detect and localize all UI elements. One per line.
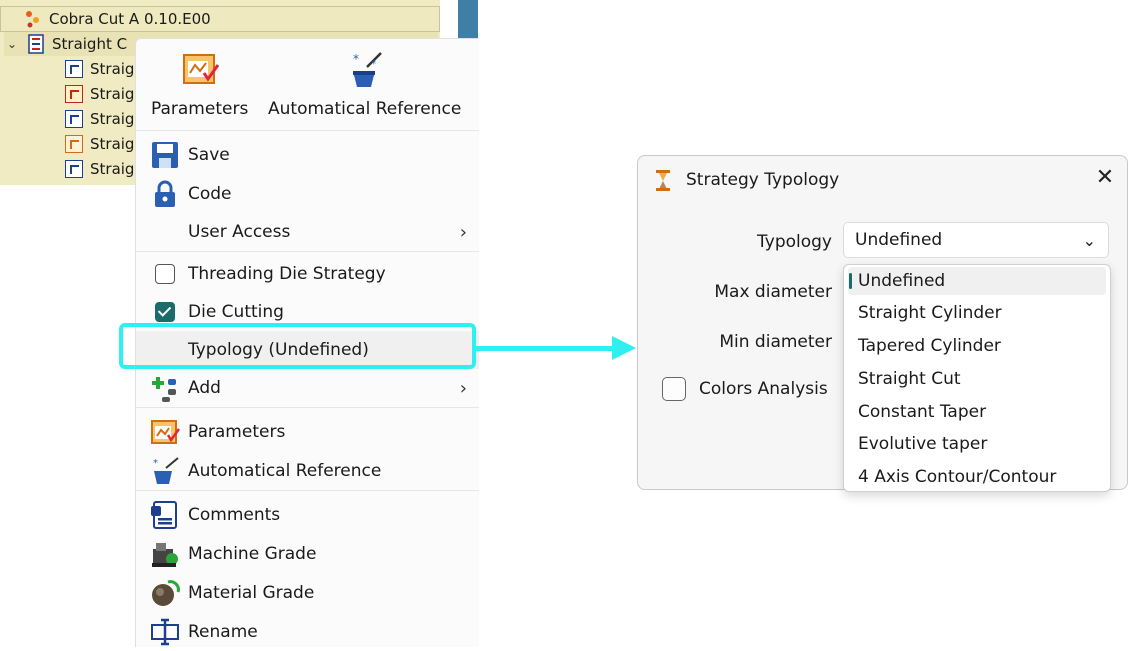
colors-analysis-label: Colors Analysis [699, 379, 828, 399]
menu-item-comments-label: Comments [188, 505, 281, 525]
menu-item-add-label: Add [188, 378, 221, 398]
menu-item-code[interactable]: Code [136, 175, 479, 213]
save-icon [148, 138, 182, 172]
menu-item-rename-label: Rename [188, 622, 258, 642]
tree-leaf[interactable]: Straig [64, 157, 134, 181]
menu-item-material-grade-label: Material Grade [188, 583, 315, 603]
tree-leaf-label: Straig [90, 160, 135, 178]
colors-analysis-checkbox[interactable] [662, 377, 686, 401]
tree-leaf[interactable]: Straig [64, 57, 134, 81]
typology-highlight-callout [119, 323, 476, 369]
menu-item-parameters-label: Parameters [188, 422, 286, 442]
typology-dropdown-list: Undefined Straight Cylinder Tapered Cyli… [843, 264, 1111, 492]
threading-checkbox[interactable] [155, 264, 175, 284]
typology-option[interactable]: Constant Taper [848, 398, 1106, 426]
menu-item-user-access[interactable]: User Access › [136, 213, 479, 251]
svg-text:*: * [371, 59, 376, 70]
tree-leaf[interactable]: Straig [64, 82, 134, 106]
typology-option[interactable]: Tapered Cylinder [848, 332, 1106, 360]
callout-arrow-head [612, 336, 636, 360]
typology-select-value: Undefined [855, 230, 943, 250]
close-icon[interactable]: ✕ [1093, 166, 1117, 190]
typology-option[interactable]: Straight Cylinder [848, 299, 1106, 327]
min-diameter-label: Min diameter [719, 332, 832, 352]
menu-item-machine-grade-label: Machine Grade [188, 544, 317, 564]
tree-leaf-label: Straig [90, 110, 135, 128]
strategy-node-icon [26, 34, 46, 54]
menu-item-die-cutting-label: Die Cutting [188, 302, 284, 322]
menu-item-save[interactable]: Save [136, 136, 479, 174]
svg-text:*: * [353, 52, 359, 66]
automatical-reference-top-button[interactable]: * * Automatical Reference [268, 49, 461, 119]
parameters-icon [180, 49, 220, 89]
menu-item-code-label: Code [188, 184, 232, 204]
lock-icon [148, 177, 182, 211]
typology-option[interactable]: Straight Cut [848, 365, 1106, 393]
menu-item-automatical-reference[interactable]: * Automatical Reference [136, 452, 479, 490]
chevron-right-icon: › [459, 221, 467, 243]
menu-item-parameters[interactable]: Parameters [136, 413, 479, 451]
menu-separator [136, 490, 479, 491]
tree-leaf-label: Straig [90, 85, 135, 103]
typology-option[interactable]: 4 Axis Contour/Contour [848, 463, 1106, 491]
parameters-top-label: Parameters [151, 99, 249, 119]
die-cutting-checkbox[interactable] [155, 302, 175, 322]
chevron-right-icon: › [459, 377, 467, 399]
tree-leaf-label: Straig [90, 135, 135, 153]
typology-option[interactable]: Undefined [848, 267, 1106, 295]
tree-leaf[interactable]: Straig [64, 107, 134, 131]
typology-option[interactable]: Evolutive taper [848, 430, 1106, 458]
leaf-orange-icon [65, 135, 83, 153]
cobra-cut-icon [23, 9, 43, 29]
tree-node-label: Straight C [52, 35, 128, 53]
menu-item-comments[interactable]: Comments [136, 496, 479, 534]
magic-wand-icon: * [148, 454, 182, 488]
menu-separator [136, 130, 479, 131]
tree-leaf[interactable]: Straig [64, 132, 134, 156]
dialog-title: Strategy Typology [686, 170, 840, 190]
menu-item-threading-label: Threading Die Strategy [188, 264, 386, 284]
machine-grade-icon [148, 537, 182, 571]
menu-item-rename[interactable]: Rename [136, 613, 479, 651]
parameters-icon [148, 415, 182, 449]
tree-root-label: Cobra Cut A 0.10.E00 [49, 10, 211, 28]
magic-wand-icon: * * [345, 49, 385, 89]
menu-separator [136, 251, 479, 252]
chevron-down-icon[interactable]: ⌄ [4, 37, 20, 51]
max-diameter-label: Max diameter [714, 282, 832, 302]
automatical-reference-top-label: Automatical Reference [268, 99, 462, 119]
menu-separator [136, 407, 479, 408]
menu-item-machine-grade[interactable]: Machine Grade [136, 535, 479, 573]
menu-item-add[interactable]: Add › [136, 369, 479, 407]
tree-root-row[interactable]: Cobra Cut A 0.10.E00 [0, 6, 440, 32]
hourglass-icon [654, 168, 672, 192]
parameters-top-button[interactable]: Parameters [151, 49, 248, 119]
menu-item-user-access-label: User Access [188, 222, 291, 242]
callout-arrow-line [476, 346, 614, 351]
leaf-blue-icon [65, 110, 83, 128]
menu-top-buttons: Parameters * * Automatical Reference [136, 39, 479, 126]
svg-text:*: * [153, 458, 158, 469]
rename-icon [148, 615, 182, 649]
menu-item-material-grade[interactable]: Material Grade [136, 574, 479, 612]
material-grade-icon [148, 576, 182, 610]
menu-item-auto-ref-label: Automatical Reference [188, 461, 382, 481]
menu-item-threading-die-strategy[interactable]: Threading Die Strategy [136, 255, 479, 293]
chevron-down-icon: ⌄ [1082, 231, 1096, 250]
tree-leaf-label: Straig [90, 60, 135, 78]
add-icon [148, 371, 182, 405]
typology-label: Typology [757, 232, 832, 252]
leaf-blue-icon [65, 60, 83, 78]
menu-item-save-label: Save [188, 145, 230, 165]
typology-select[interactable]: Undefined ⌄ [843, 222, 1109, 258]
comments-icon [148, 498, 182, 532]
leaf-blue-icon [65, 160, 83, 178]
side-toolbar-strip [458, 0, 478, 40]
leaf-red-icon [65, 85, 83, 103]
